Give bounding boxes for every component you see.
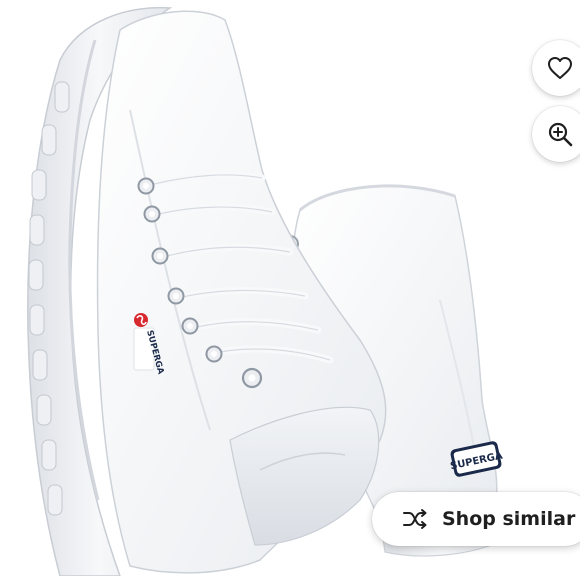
zoom-in-icon bbox=[548, 122, 573, 147]
heart-icon bbox=[548, 57, 572, 79]
zoom-button[interactable] bbox=[532, 106, 580, 162]
shuffle-icon bbox=[402, 506, 428, 532]
shop-similar-label: Shop similar bbox=[442, 508, 576, 530]
shop-similar-button[interactable]: Shop similar bbox=[372, 492, 580, 546]
favorite-button[interactable] bbox=[532, 40, 580, 96]
product-photo: SUPERGA SUPERGA bbox=[27, 6, 505, 576]
product-image-viewer: SUPERGA SUPERGA Shop similar bbox=[0, 0, 580, 576]
